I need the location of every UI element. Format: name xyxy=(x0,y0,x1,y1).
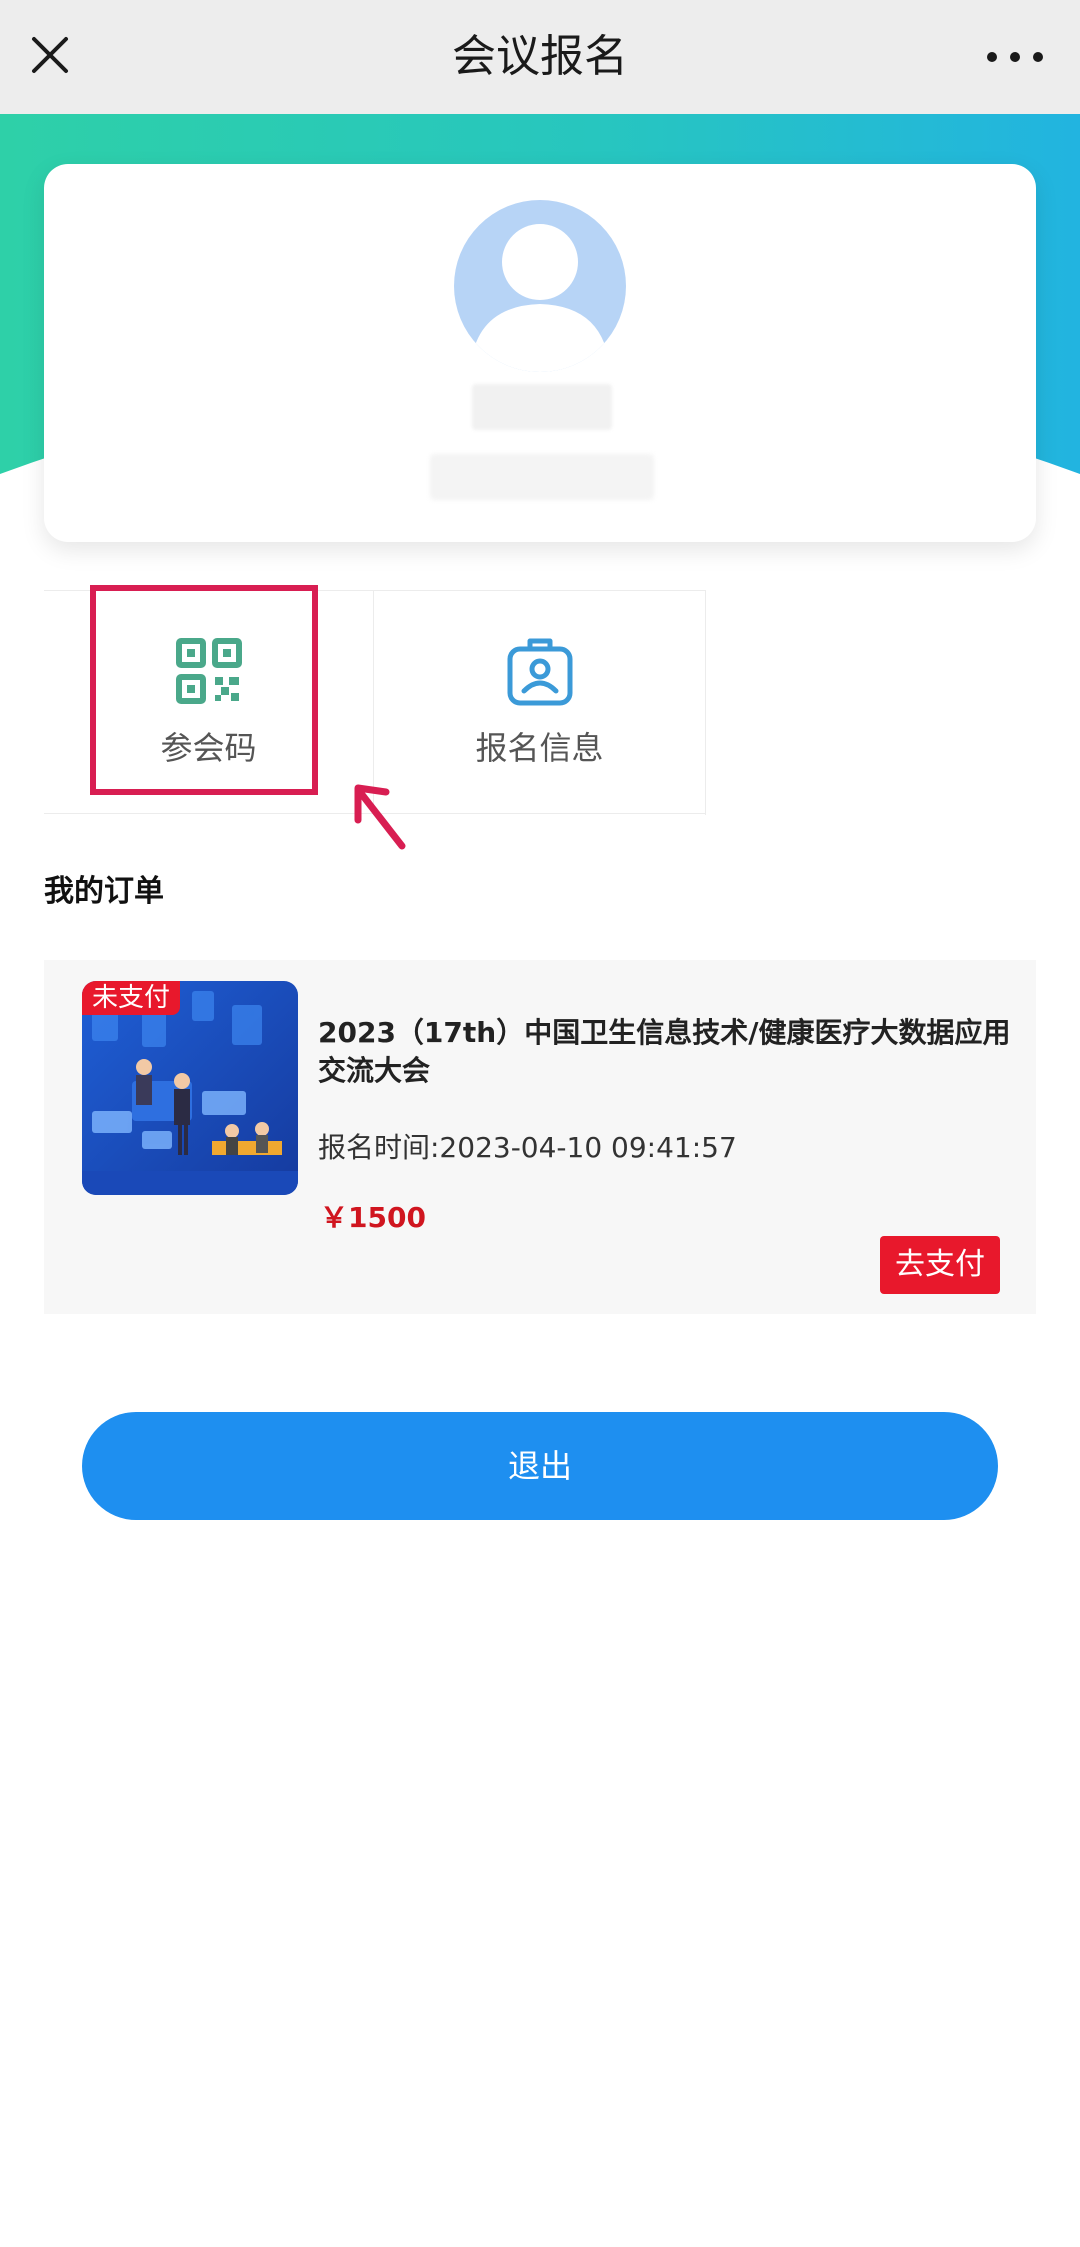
orders-section-title: 我的订单 xyxy=(44,874,164,909)
order-title: 2023（17th）中国卫生信息技术/健康医疗大数据应用交流大会 xyxy=(318,1016,1011,1087)
user-name-blurred xyxy=(472,384,612,430)
page: 会议报名 参会码 报名信息 我的订单 未支付 2023（17th）中国卫生信息技… xyxy=(0,0,1080,2247)
tile-registration-info[interactable]: 报名信息 xyxy=(374,591,706,815)
more-icon[interactable] xyxy=(980,37,1050,77)
order-price: ￥1500 xyxy=(320,1201,426,1234)
logout-button[interactable]: 退出 xyxy=(82,1412,998,1520)
tile-attendance-code[interactable]: 参会码 xyxy=(44,591,374,815)
user-info-blurred xyxy=(430,454,654,500)
profile-card xyxy=(44,164,1036,542)
order-registration-time: 报名时间:2023-04-10 09:41:57 xyxy=(318,1131,737,1164)
badge-icon xyxy=(507,638,572,706)
arrow-icon xyxy=(354,784,406,850)
pay-button[interactable]: 去支付 xyxy=(880,1236,1000,1294)
status-badge: 未支付 xyxy=(82,981,181,1015)
nav-bar: 会议报名 xyxy=(0,0,1080,114)
qr-code-icon xyxy=(175,638,242,704)
order-card[interactable]: 未支付 2023（17th）中国卫生信息技术/健康医疗大数据应用交流大会 报名时… xyxy=(44,960,1036,1314)
page-title: 会议报名 xyxy=(452,31,628,82)
avatar-placeholder-icon xyxy=(454,200,626,372)
tile-label: 参会码 xyxy=(160,729,257,767)
tile-label: 报名信息 xyxy=(475,729,604,767)
conference-thumbnail: 未支付 xyxy=(82,981,298,1195)
